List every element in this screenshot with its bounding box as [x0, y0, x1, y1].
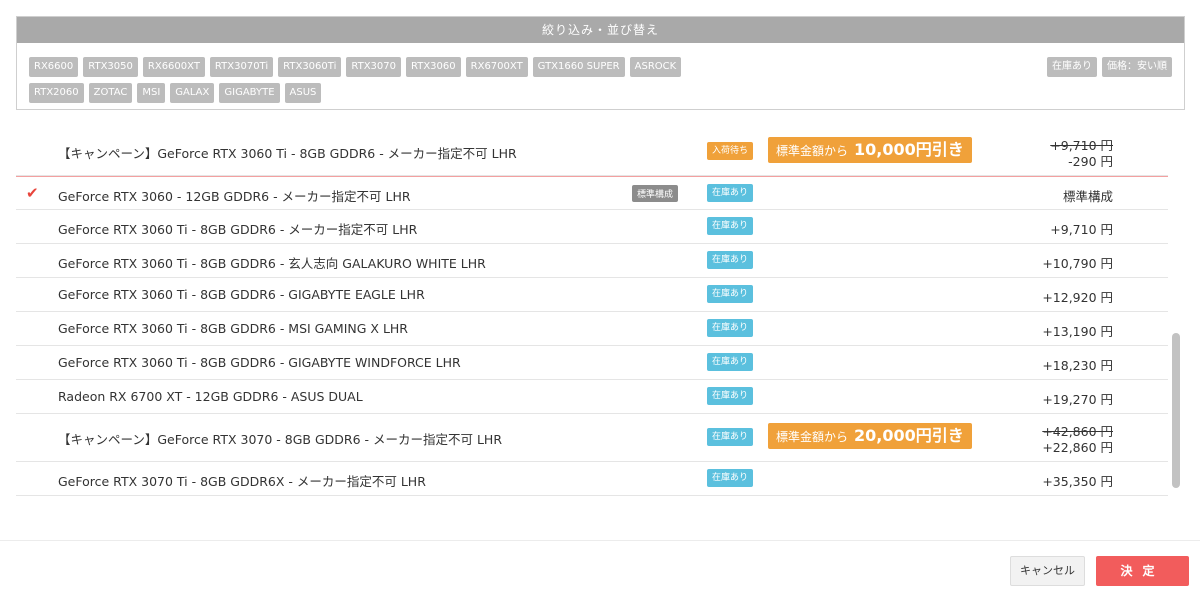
- item-name: GeForce RTX 3060 Ti - 8GB GDDR6 - 玄人志向 G…: [58, 256, 486, 271]
- list-item[interactable]: GeForce RTX 3060 Ti - 8GB GDDR6 - GIGABY…: [16, 346, 1168, 380]
- filter-chip[interactable]: RX6600: [29, 57, 79, 77]
- filter-panel: 絞り込み・並び替え RX6600 RTX3050 RX6600XT RTX307…: [16, 16, 1185, 110]
- in-stock-filter-chip[interactable]: 在庫あり: [1047, 57, 1097, 77]
- stock-badge: 入荷待ち: [707, 142, 754, 160]
- filter-chip[interactable]: RTX3070: [346, 57, 401, 77]
- filter-chip[interactable]: RX6600XT: [142, 57, 205, 77]
- list-item[interactable]: GeForce RTX 3060 Ti - 8GB GDDR6 - GIGABY…: [16, 278, 1168, 312]
- list-item[interactable]: ✔ GeForce RTX 3060 - 12GB GDDR6 - メーカー指定…: [16, 176, 1168, 210]
- filter-chips-row-1: RX6600 RTX3050 RX6600XT RTX3070Ti RTX306…: [29, 57, 686, 77]
- item-name: GeForce RTX 3060 Ti - 8GB GDDR6 - MSI GA…: [58, 321, 408, 336]
- price: 標準構成: [1062, 189, 1113, 204]
- list-item[interactable]: GeForce RTX 3060 Ti - 8GB GDDR6 - 玄人志向 G…: [16, 244, 1168, 278]
- list-item[interactable]: GeForce RTX 3060 Ti - 8GB GDDR6 - メーカー指定…: [16, 210, 1168, 244]
- filter-chip[interactable]: RTX3060Ti: [278, 57, 342, 77]
- list-item[interactable]: GeForce RTX 3070 Ti - 8GB GDDR6X - メーカー指…: [16, 462, 1168, 496]
- promo-prefix: 標準金額から: [776, 144, 849, 158]
- price: +9,710 円: [1050, 222, 1113, 237]
- filter-chip[interactable]: RTX3060: [406, 57, 461, 77]
- promo-banner: 標準金額から 20,000円引き: [768, 423, 972, 449]
- stock-badge: 在庫あり: [707, 319, 754, 337]
- stock-badge: 在庫あり: [707, 251, 754, 269]
- sort-price-chip[interactable]: 価格：安い順: [1102, 57, 1172, 77]
- filter-chip[interactable]: ZOTAC: [88, 83, 133, 103]
- item-name: Radeon RX 6700 XT - 12GB GDDR6 - ASUS DU…: [58, 389, 363, 404]
- price: +19,270 円: [1042, 392, 1113, 407]
- filter-chip[interactable]: GTX1660 SUPER: [532, 57, 625, 77]
- stock-badge: 在庫あり: [707, 285, 754, 303]
- stock-badge: 在庫あり: [707, 387, 754, 405]
- filter-chip[interactable]: RTX3050: [83, 57, 138, 77]
- item-name: GeForce RTX 3060 Ti - 8GB GDDR6 - メーカー指定…: [58, 222, 418, 237]
- promo-amount: 20,000円引き: [854, 426, 964, 445]
- list-item[interactable]: Radeon RX 6700 XT - 12GB GDDR6 - ASUS DU…: [16, 380, 1168, 414]
- check-icon: ✔: [26, 184, 39, 202]
- price-discounted: +22,860 円: [1042, 440, 1113, 455]
- price-discounted: -290 円: [1068, 154, 1113, 169]
- item-name: 【キャンペーン】GeForce RTX 3070 - 8GB GDDR6 - メ…: [58, 432, 503, 447]
- filter-chip[interactable]: GIGABYTE: [219, 83, 280, 103]
- stock-badge: 在庫あり: [707, 353, 754, 371]
- list-item[interactable]: 【キャンペーン】GeForce RTX 3070 - 8GB GDDR6 - メ…: [16, 414, 1168, 462]
- price: +13,190 円: [1042, 324, 1113, 339]
- filter-chip[interactable]: ASROCK: [629, 57, 682, 77]
- stock-badge: 在庫あり: [707, 428, 754, 446]
- promo-banner: 標準金額から 10,000円引き: [768, 137, 972, 163]
- filter-chips-row-2: RTX2060 ZOTAC MSI GALAX GIGABYTE ASUS: [29, 83, 326, 103]
- stock-badge: 在庫あり: [707, 469, 754, 487]
- filter-chip[interactable]: MSI: [137, 83, 166, 103]
- item-name: GeForce RTX 3060 Ti - 8GB GDDR6 - GIGABY…: [58, 355, 461, 370]
- filter-chip[interactable]: ASUS: [284, 83, 322, 103]
- stock-badge: 在庫あり: [707, 217, 754, 235]
- cancel-button[interactable]: キャンセル: [1010, 556, 1085, 586]
- item-name: 【キャンペーン】GeForce RTX 3060 Ti - 8GB GDDR6 …: [58, 146, 517, 161]
- filter-chip[interactable]: RTX2060: [29, 83, 84, 103]
- filter-chip[interactable]: RX6700XT: [465, 57, 528, 77]
- promo-amount: 10,000円引き: [854, 140, 964, 159]
- filter-title: 絞り込み・並び替え: [17, 17, 1184, 43]
- price: +35,350 円: [1042, 474, 1113, 489]
- sort-chips: 在庫あり 価格：安い順: [1047, 57, 1172, 77]
- product-list: 【キャンペーン】GeForce RTX 3060 Ti - 8GB GDDR6 …: [16, 128, 1168, 508]
- list-item[interactable]: GeForce RTX 3060 Ti - 8GB GDDR6 - MSI GA…: [16, 312, 1168, 346]
- item-name: GeForce RTX 3060 Ti - 8GB GDDR6 - GIGABY…: [58, 287, 425, 302]
- footer-divider: [0, 540, 1200, 541]
- promo-prefix: 標準金額から: [776, 430, 849, 444]
- price: +18,230 円: [1042, 358, 1113, 373]
- price: +12,920 円: [1042, 290, 1113, 305]
- filter-chip[interactable]: GALAX: [170, 83, 215, 103]
- item-name: GeForce RTX 3060 - 12GB GDDR6 - メーカー指定不可…: [58, 189, 411, 204]
- item-name: GeForce RTX 3070 Ti - 8GB GDDR6X - メーカー指…: [58, 474, 426, 489]
- scrollbar-thumb[interactable]: [1172, 333, 1180, 488]
- standard-badge: 標準構成: [632, 185, 679, 202]
- price: +10,790 円: [1042, 256, 1113, 271]
- stock-badge: 在庫あり: [707, 184, 754, 202]
- list-item[interactable]: 【キャンペーン】GeForce RTX 3060 Ti - 8GB GDDR6 …: [16, 128, 1168, 176]
- confirm-button[interactable]: 決定: [1096, 556, 1189, 586]
- list-scrollbar[interactable]: [1170, 128, 1182, 508]
- filter-chip[interactable]: RTX3070Ti: [209, 57, 274, 77]
